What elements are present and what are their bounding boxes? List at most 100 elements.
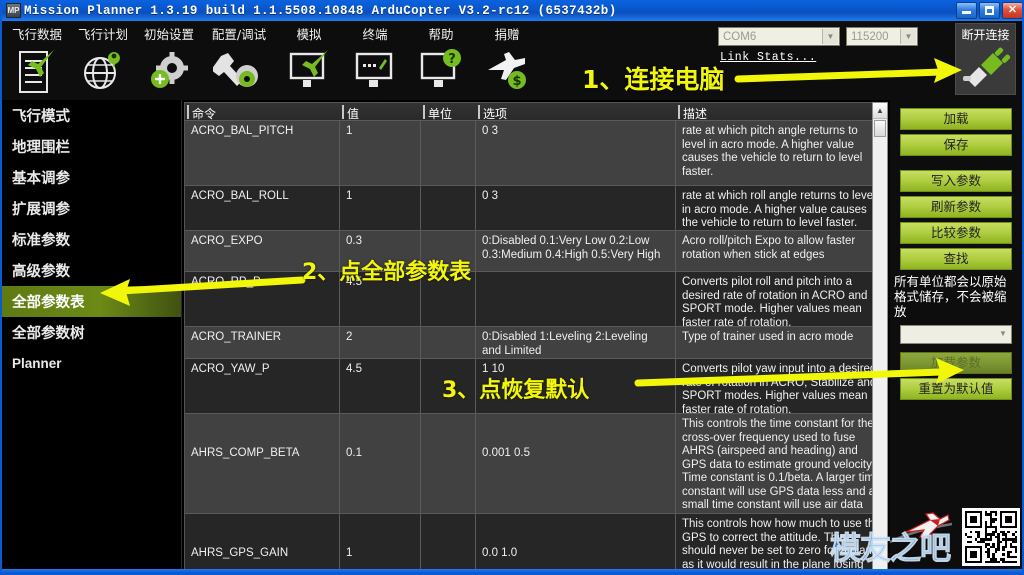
sidebar-item-advanced-params[interactable]: 高级参数 [2, 255, 181, 286]
sidebar-item-standard-params[interactable]: 标准参数 [2, 224, 181, 255]
vertical-scrollbar[interactable]: ▲ [872, 102, 888, 573]
toolbar-items: 飞行数据 飞行计划 初始设置 配置/调试 模拟 终端 帮助 ? 捐赠 $ [4, 21, 540, 98]
maximize-icon [985, 6, 994, 15]
cell-options: 0:Disabled 1:Leveling 2:Leveling and Lim… [476, 327, 676, 358]
cell-options: 0 3 [476, 121, 676, 185]
cell-options: 1 10 [476, 359, 676, 413]
scroll-up-button[interactable]: ▲ [873, 103, 887, 119]
load-params-button[interactable]: 加载参数 [900, 352, 1012, 374]
qr-code [962, 508, 1020, 566]
cell-command[interactable]: AHRS_GPS_GAIN [185, 514, 340, 573]
refresh-params-button[interactable]: 刷新参数 [900, 196, 1012, 218]
main-toolbar: 飞行数据 飞行计划 初始设置 配置/调试 模拟 终端 帮助 ? 捐赠 $ COM… [2, 21, 1022, 100]
cell-unit [421, 359, 476, 413]
sidebar-item-label: 地理围栏 [12, 140, 70, 156]
connection-bar: COM6 ▼ 115200 ▼ Link Stats... 断开连接 [718, 21, 1018, 100]
disconnect-button[interactable]: 断开连接 [955, 23, 1016, 95]
table-row[interactable]: ACRO_YAW_P 4.5 1 10 Converts pilot yaw i… [185, 359, 887, 414]
cell-description: Converts pilot roll and pitch into a des… [682, 276, 868, 326]
cell-command[interactable]: AHRS_COMP_BETA [185, 414, 340, 513]
sidebar-item-label: 飞行模式 [12, 109, 70, 125]
cell-value[interactable]: 1 [340, 186, 421, 230]
cell-value[interactable]: 4.5 [340, 359, 421, 413]
cell-value[interactable]: 0.1 [340, 414, 421, 513]
cell-command[interactable]: ACRO_YAW_P [185, 359, 340, 413]
cell-command[interactable]: ACRO_BAL_PITCH [185, 121, 340, 185]
sidebar-item-flight-modes[interactable]: 飞行模式 [2, 100, 181, 131]
cell-command[interactable]: ACRO_RP_P [185, 272, 340, 326]
cell-description: Acro roll/pitch Expo to allow faster rot… [682, 235, 856, 261]
load-button[interactable]: 加载 [900, 108, 1012, 130]
units-note: 所有单位都会以原始格式储存，不会被缩放 [894, 274, 1007, 319]
sidebar-item-geofence[interactable]: 地理围栏 [2, 131, 181, 162]
column-header-options[interactable]: 选项 [476, 103, 676, 121]
cell-unit [421, 514, 476, 573]
write-params-button[interactable]: 写入参数 [900, 170, 1012, 192]
cell-unit [421, 121, 476, 185]
toolbar-item-help[interactable]: 帮助 ? [408, 21, 474, 98]
cell-value[interactable]: 1 [340, 514, 421, 573]
config-tuning-wrench-icon [202, 44, 276, 98]
toolbar-item-simulation[interactable]: 模拟 [276, 21, 342, 98]
cell-command[interactable]: ACRO_EXPO [185, 231, 340, 271]
table-row[interactable]: ACRO_RP_P 4.5 Converts pilot roll and pi… [185, 272, 887, 327]
sidebar-item-label: 标准参数 [12, 233, 70, 249]
sidebar-item-full-param-list[interactable]: 全部参数表 [2, 286, 181, 317]
save-button[interactable]: 保存 [900, 134, 1012, 156]
cell-value[interactable]: 1 [340, 121, 421, 185]
table-body[interactable]: ACRO_BAL_PITCH 1 0 3 rate at which pitch… [185, 121, 887, 573]
sidebar-item-extended-tuning[interactable]: 扩展调参 [2, 193, 181, 224]
cell-options: 0.0 1.0 [476, 514, 676, 573]
cell-value[interactable]: 0.3 [340, 231, 421, 271]
toolbar-item-initial-setup[interactable]: 初始设置 [136, 21, 202, 98]
link-stats-link[interactable]: Link Stats... [720, 51, 816, 64]
sidebar-item-planner[interactable]: Planner [2, 348, 181, 379]
scrollbar-thumb[interactable] [874, 120, 886, 137]
toolbar-item-donate[interactable]: 捐赠 $ [474, 21, 540, 98]
maximize-button[interactable] [979, 2, 1000, 19]
compare-params-button[interactable]: 比较参数 [900, 222, 1012, 244]
com-port-select[interactable]: COM6 ▼ [718, 27, 840, 46]
reset-defaults-button[interactable]: 重置为默认值 [900, 378, 1012, 400]
window-title: Mission Planner 1.3.19 build 1.1.5508.10… [24, 3, 617, 18]
toolbar-label: 帮助 [428, 27, 454, 42]
find-button[interactable]: 查找 [900, 248, 1012, 270]
cell-description: Type of trainer used in acro mode [682, 331, 854, 343]
toolbar-item-terminal[interactable]: 终端 [342, 21, 408, 98]
window-controls: ✕ [956, 2, 1022, 19]
minimize-icon [962, 11, 971, 14]
cell-command[interactable]: ACRO_BAL_ROLL [185, 186, 340, 230]
table-row[interactable]: AHRS_COMP_BETA 0.1 0.001 0.5 This contro… [185, 414, 887, 514]
cell-value[interactable]: 2 [340, 327, 421, 358]
sidebar-item-full-param-tree[interactable]: 全部参数树 [2, 317, 181, 348]
toolbar-item-flight-plan[interactable]: 飞行计划 [70, 21, 136, 98]
table-row[interactable]: ACRO_BAL_PITCH 1 0 3 rate at which pitch… [185, 121, 887, 186]
column-header-unit[interactable]: 单位 [421, 103, 476, 121]
baud-rate-select[interactable]: 115200 ▼ [846, 27, 918, 46]
column-header-description[interactable]: 描述 [676, 103, 887, 121]
chevron-down-icon: ▼ [999, 329, 1007, 338]
help-question-icon: ? [408, 44, 474, 98]
initial-setup-gear-icon [136, 44, 202, 98]
table-row[interactable]: AHRS_GPS_GAIN 1 0.0 1.0 This controls ho… [185, 514, 887, 573]
preset-select[interactable]: ▼ [900, 325, 1012, 344]
toolbar-item-config-tuning[interactable]: 配置/调试 [202, 21, 276, 98]
close-button[interactable]: ✕ [1002, 2, 1022, 19]
donate-plane-icon: $ [474, 44, 540, 98]
cell-unit [421, 327, 476, 358]
sidebar-item-label: 扩展调参 [12, 202, 70, 218]
cell-command[interactable]: ACRO_TRAINER [185, 327, 340, 358]
simulation-monitor-icon [276, 44, 342, 98]
table-row[interactable]: ACRO_BAL_ROLL 1 0 3 rate at which roll a… [185, 186, 887, 231]
minimize-button[interactable] [956, 2, 977, 19]
table-row[interactable]: ACRO_TRAINER 2 0:Disabled 1:Leveling 2:L… [185, 327, 887, 359]
table-row[interactable]: ACRO_EXPO 0.3 0:Disabled 0.1:Very Low 0.… [185, 231, 887, 272]
column-header-value[interactable]: 值 [340, 103, 421, 121]
sidebar-item-label: 全部参数树 [12, 326, 85, 342]
column-header-command[interactable]: 命令 [185, 103, 340, 121]
toolbar-label: 飞行计划 [77, 27, 128, 42]
sidebar-item-basic-tuning[interactable]: 基本调参 [2, 162, 181, 193]
cell-value[interactable]: 4.5 [340, 272, 421, 326]
toolbar-item-flight-data[interactable]: 飞行数据 [4, 21, 70, 98]
cell-description: This controls how how much to use the GP… [682, 518, 881, 573]
